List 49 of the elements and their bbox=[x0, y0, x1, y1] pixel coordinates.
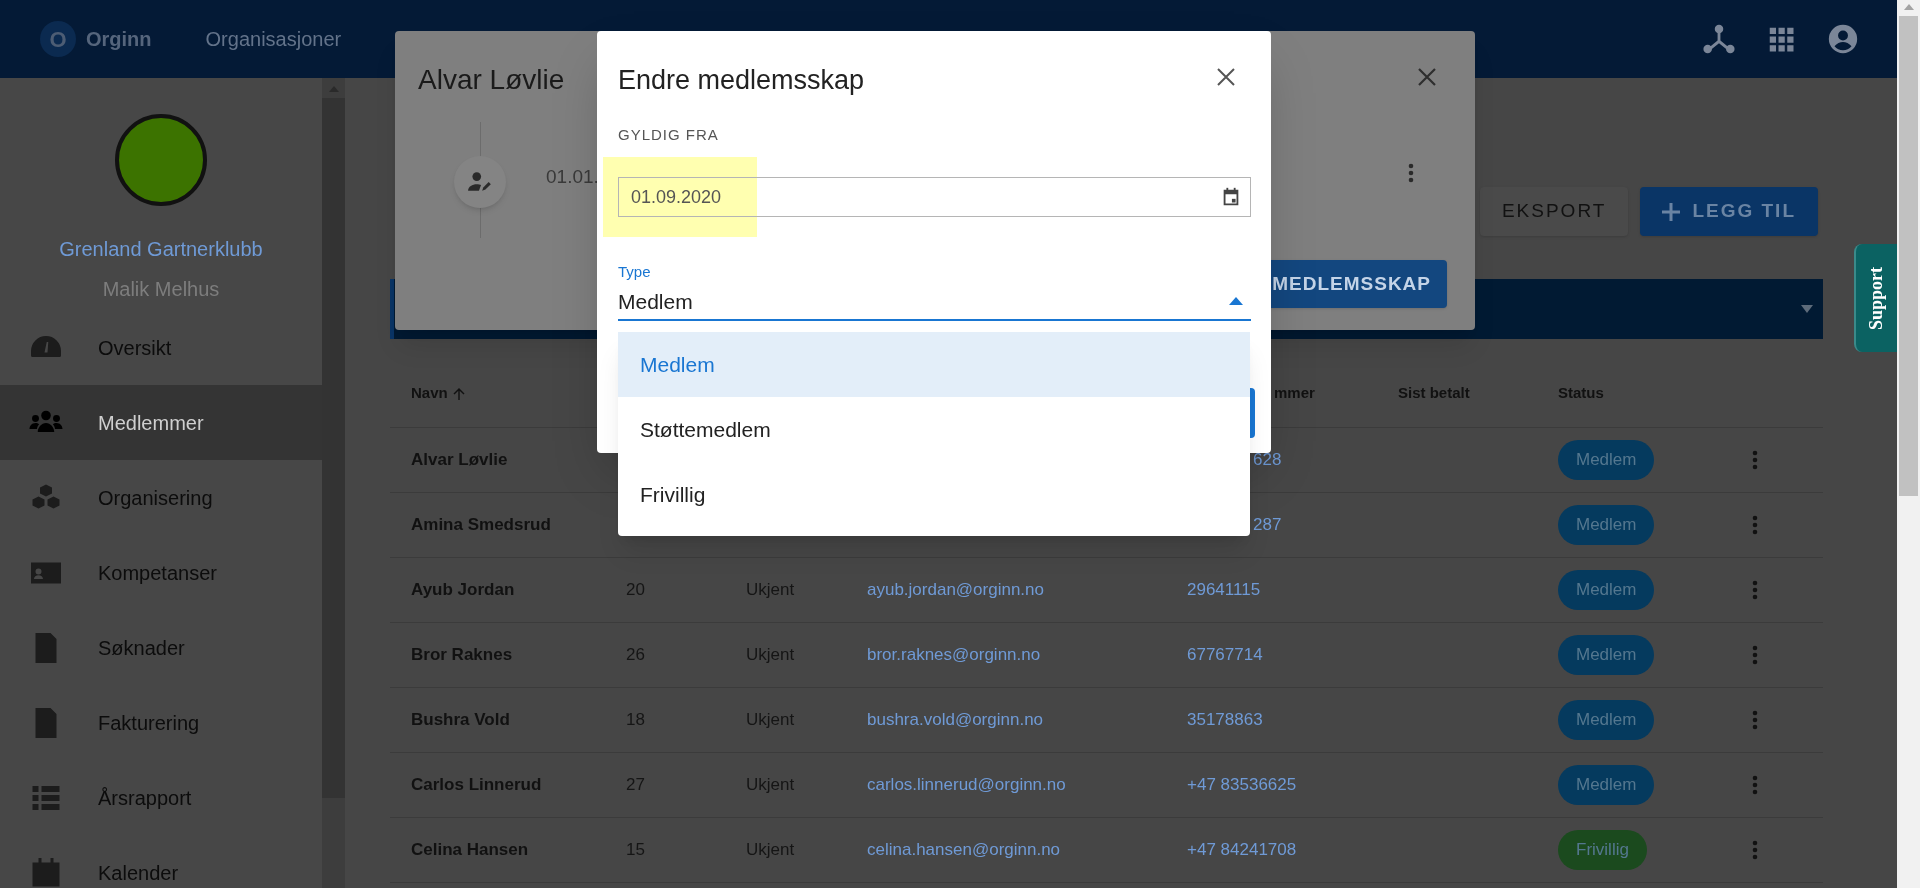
dropdown-option[interactable]: Medlem bbox=[618, 332, 1250, 397]
logo-icon[interactable]: O bbox=[40, 21, 76, 57]
email-link[interactable]: ayub.jordan@orginn.no bbox=[867, 577, 1044, 603]
plus-icon bbox=[1662, 202, 1681, 221]
email-link[interactable]: celina.hansen@orginn.no bbox=[867, 837, 1061, 863]
dropdown-option[interactable]: Støttemedlem bbox=[618, 397, 1250, 462]
kebab-icon bbox=[1752, 450, 1758, 470]
kebab-icon bbox=[1752, 515, 1758, 535]
phone-link[interactable]: 287 bbox=[1253, 512, 1282, 538]
arrow-up-icon bbox=[451, 386, 466, 401]
kebab-icon bbox=[1752, 710, 1758, 730]
export-button[interactable]: EKSPORT bbox=[1479, 187, 1629, 236]
email-link[interactable]: bror.raknes@orginn.no bbox=[867, 642, 1041, 668]
add-button[interactable]: LEGG TIL bbox=[1640, 187, 1818, 236]
dropdown-option[interactable]: Frivillig bbox=[618, 462, 1250, 527]
phone-link[interactable]: +47 84241708 bbox=[1187, 837, 1297, 863]
kebab-icon bbox=[1752, 580, 1758, 600]
kebab-icon bbox=[1752, 775, 1758, 795]
hub-icon bbox=[1702, 22, 1736, 56]
dialog-title: Alvar Løvlie bbox=[418, 63, 565, 97]
status-badge: Medlem bbox=[1558, 635, 1655, 675]
support-tab[interactable]: Support bbox=[1854, 244, 1897, 352]
status-badge: Frivillig bbox=[1558, 830, 1647, 870]
kebab-icon bbox=[1752, 840, 1758, 860]
status-badge: Medlem bbox=[1558, 440, 1655, 480]
phone-link[interactable]: 67767714 bbox=[1187, 642, 1263, 668]
dialog-title: Endre medlemsskap bbox=[618, 64, 865, 97]
email-link[interactable]: carlos.linnerud@orginn.no bbox=[867, 772, 1066, 798]
brand-name: Orginn bbox=[86, 27, 152, 52]
status-badge: Medlem bbox=[1558, 570, 1655, 610]
caret-down-icon bbox=[1801, 305, 1813, 313]
status-badge: Medlem bbox=[1558, 700, 1655, 740]
status-badge: Medlem bbox=[1558, 505, 1655, 545]
date-text: 01.01. bbox=[546, 165, 599, 189]
caret-up-icon bbox=[1229, 297, 1243, 306]
date-field[interactable]: 01.09.2020 bbox=[618, 177, 1251, 217]
phone-link[interactable]: +47 83536625 bbox=[1187, 772, 1297, 798]
kebab-icon bbox=[1752, 645, 1758, 665]
kebab-icon bbox=[1408, 163, 1414, 183]
phone-link[interactable]: 35178863 bbox=[1187, 707, 1263, 733]
email-link[interactable]: bushra.vold@orginn.no bbox=[867, 707, 1044, 733]
sidebar-item[interactable]: Medlemmer bbox=[0, 385, 322, 460]
organization-name[interactable]: Grenland Gartnerklubb bbox=[0, 234, 322, 264]
type-select[interactable]: Type Medlem bbox=[618, 261, 1251, 321]
phone-link[interactable]: 29641115 bbox=[1187, 577, 1261, 603]
status-badge: Medlem bbox=[1558, 765, 1655, 805]
account-icon bbox=[1826, 22, 1860, 56]
nav-link[interactable]: Organisasjoner bbox=[205, 24, 342, 54]
field-label: GYLDIG FRA bbox=[618, 125, 719, 145]
